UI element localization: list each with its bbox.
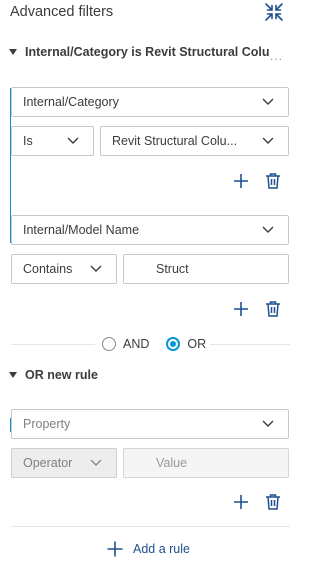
- caret-down-icon: [9, 372, 17, 378]
- add-a-rule-label: Add a rule: [133, 542, 190, 556]
- rule-1-property-value: Internal/Category: [23, 95, 119, 109]
- rule-3-value-input: Value: [123, 448, 289, 478]
- rule-1-property-select[interactable]: Internal/Category: [11, 87, 289, 117]
- group-2-toggle[interactable]: [9, 367, 17, 383]
- rule-3-property-select[interactable]: Property: [11, 409, 289, 439]
- rule-3-operator-select: Operator: [11, 448, 117, 478]
- collapse-arrows-icon[interactable]: [263, 1, 285, 23]
- group-2-label: OR new rule: [25, 368, 98, 382]
- group-1-toggle[interactable]: [9, 44, 17, 60]
- rule-1-operator-value: Is: [23, 134, 33, 148]
- rule-2-value-input[interactable]: Struct: [123, 254, 289, 284]
- or-label: OR: [187, 337, 207, 351]
- rule-2-property-value: Internal/Model Name: [23, 223, 140, 237]
- rule-3-property-placeholder: Property: [23, 417, 71, 431]
- chevron-down-icon: [262, 98, 274, 105]
- rule-2-operator-select[interactable]: Contains: [11, 254, 117, 284]
- add-rule-plus-icon[interactable]: [231, 299, 251, 319]
- rule-3-operator-placeholder: Operator: [23, 456, 73, 470]
- rule-1-operator-select[interactable]: Is: [11, 126, 94, 156]
- caret-down-icon: [9, 49, 17, 55]
- rule-1-value-text: Revit Structural Colu...: [112, 134, 238, 148]
- add-rule-plus-icon[interactable]: [231, 171, 251, 191]
- panel-title: Advanced filters: [10, 4, 114, 20]
- or-radio[interactable]: [166, 337, 181, 351]
- group-1-overflow: ...: [270, 49, 284, 63]
- rule-2-property-select[interactable]: Internal/Model Name: [11, 215, 289, 245]
- plus-icon: [107, 541, 123, 557]
- add-rule-plus-icon[interactable]: [231, 492, 251, 512]
- trash-icon[interactable]: [263, 171, 283, 191]
- and-label: AND: [123, 337, 150, 351]
- footer-divider: [11, 526, 290, 527]
- logic-radio-group: AND OR: [102, 337, 223, 351]
- trash-icon[interactable]: [263, 299, 283, 319]
- chevron-down-icon: [90, 459, 102, 466]
- group-1-label: Internal/Category is Revit Structural Co…: [25, 45, 270, 59]
- chevron-down-icon: [262, 226, 274, 233]
- trash-icon[interactable]: [263, 492, 283, 512]
- rule-2-operator-value: Contains: [23, 262, 73, 276]
- and-radio[interactable]: [102, 337, 116, 351]
- rule-2-value-text: Struct: [156, 262, 189, 276]
- chevron-down-icon: [67, 137, 79, 144]
- logic-divider-left: [11, 344, 95, 345]
- rule-1-value-select[interactable]: Revit Structural Colu...: [100, 126, 289, 156]
- rule-3-value-placeholder: Value: [156, 456, 188, 470]
- logic-divider-right: [210, 344, 290, 345]
- chevron-down-icon: [262, 137, 274, 144]
- add-a-rule-button[interactable]: Add a rule: [106, 540, 190, 558]
- chevron-down-icon: [90, 265, 102, 272]
- chevron-down-icon: [262, 420, 274, 427]
